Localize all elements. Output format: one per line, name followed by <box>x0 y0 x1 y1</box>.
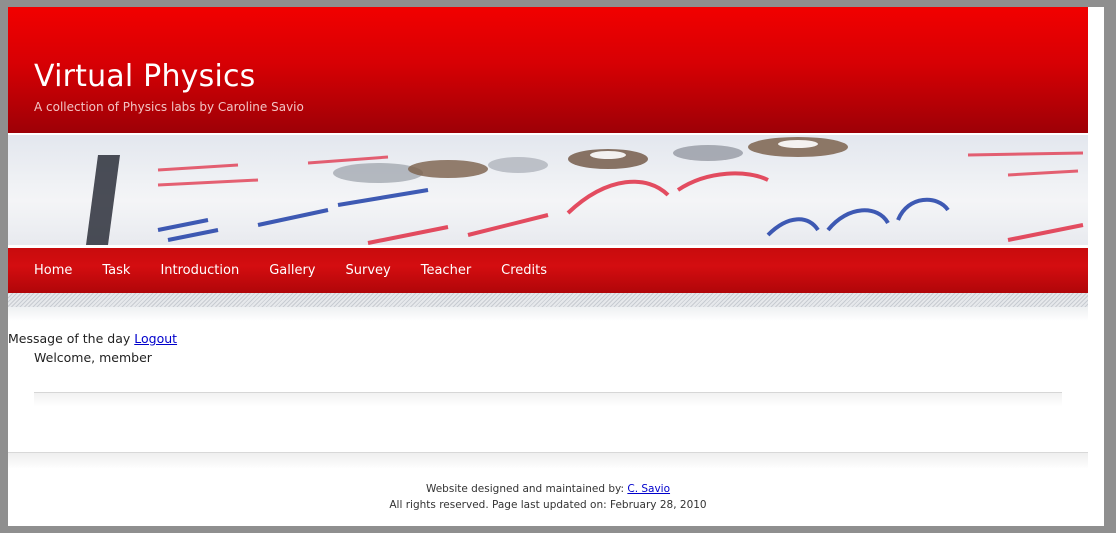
logout-link[interactable]: Logout <box>134 331 177 346</box>
nav-shadow-stripe <box>8 293 1088 321</box>
footer-credit-line: Website designed and maintained by: C. S… <box>8 481 1088 497</box>
site-footer: Website designed and maintained by: C. S… <box>8 481 1088 513</box>
nav-item-task[interactable]: Task <box>102 263 130 278</box>
nav-item-credits[interactable]: Credits <box>501 263 547 278</box>
nav-item-gallery[interactable]: Gallery <box>269 263 315 278</box>
site-header: Virtual Physics A collection of Physics … <box>8 7 1088 133</box>
site-title: Virtual Physics <box>34 59 256 94</box>
physics-banner-image <box>8 135 1088 245</box>
motd-label: Message of the day <box>8 331 131 346</box>
footer-rights-text: All rights reserved. Page last updated o… <box>389 499 707 511</box>
nav-item-survey[interactable]: Survey <box>346 263 391 278</box>
footer-designed-by-label: Website designed and maintained by: <box>425 483 625 495</box>
nav-item-introduction[interactable]: Introduction <box>160 263 239 278</box>
designer-link[interactable]: C. Savio <box>627 483 670 495</box>
site-subtitle: A collection of Physics labs by Caroline… <box>34 100 304 114</box>
nav-item-teacher[interactable]: Teacher <box>421 263 471 278</box>
footer-divider <box>8 452 1088 469</box>
main-navigation: Home Task Introduction Gallery Survey Te… <box>8 248 1088 293</box>
message-of-the-day: Message of the day Logout <box>8 331 177 346</box>
banner-graphic <box>86 137 1084 245</box>
welcome-message: Welcome, member <box>34 350 152 365</box>
nav-item-home[interactable]: Home <box>34 263 72 278</box>
content-divider <box>34 392 1062 407</box>
